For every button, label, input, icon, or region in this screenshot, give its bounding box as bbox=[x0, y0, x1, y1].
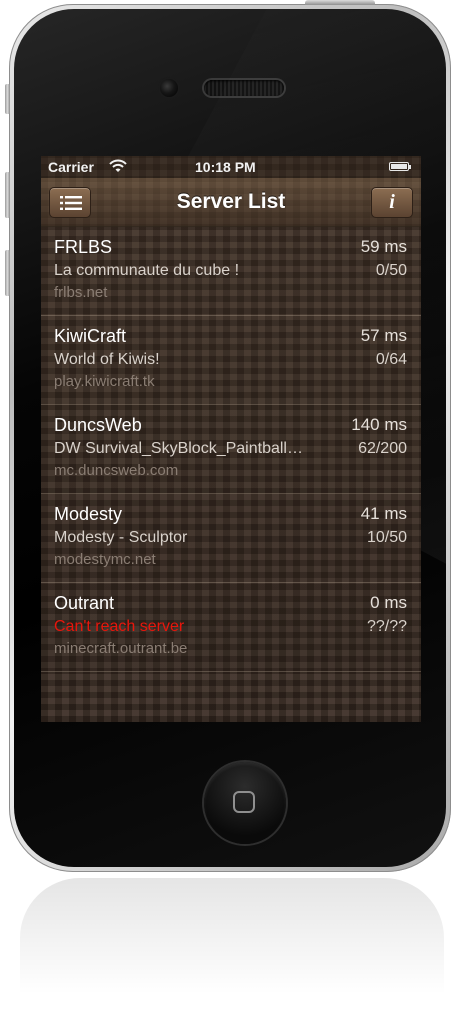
list-menu-icon bbox=[60, 196, 82, 210]
server-name: Modesty bbox=[54, 504, 123, 524]
status-clock: 10:18 PM bbox=[195, 159, 256, 175]
server-players: 62/200 bbox=[358, 440, 407, 457]
server-motd: DW Survival_SkyBlock_Paintball… bbox=[54, 440, 303, 457]
home-button[interactable] bbox=[204, 762, 286, 844]
server-name: FRLBS bbox=[54, 237, 113, 257]
mute-switch[interactable] bbox=[5, 84, 10, 114]
server-host: minecraft.outrant.be bbox=[54, 640, 188, 657]
server-motd: Modesty - Sculptor bbox=[54, 529, 188, 546]
server-row[interactable]: DuncsWeb 140 ms DW Survival_SkyBlock_Pai… bbox=[41, 405, 421, 494]
status-bar: Carrier 10:18 PM bbox=[41, 156, 421, 178]
navigation-bar: Server List i bbox=[41, 178, 421, 227]
server-players: 0/50 bbox=[375, 262, 407, 279]
server-host: modestymc.net bbox=[54, 551, 156, 568]
server-row[interactable]: Outrant 0 ms Can't reach server ??/?? mi… bbox=[41, 583, 421, 672]
battery-icon bbox=[389, 162, 411, 171]
page-title: Server List bbox=[176, 190, 286, 213]
server-list: FRLBS 59 ms La communaute du cube ! 0/50… bbox=[41, 227, 421, 672]
server-host: play.kiwicraft.tk bbox=[54, 373, 155, 390]
sleep-wake-button[interactable] bbox=[305, 0, 375, 5]
server-motd: La communaute du cube ! bbox=[54, 262, 240, 279]
server-name: Outrant bbox=[54, 593, 115, 613]
device-reflection bbox=[20, 878, 444, 1024]
server-motd: Can't reach server bbox=[54, 618, 185, 635]
wifi-icon bbox=[109, 159, 127, 172]
server-ping: 0 ms bbox=[370, 593, 407, 612]
info-icon: i bbox=[389, 191, 395, 213]
server-ping: 57 ms bbox=[360, 326, 407, 345]
server-ping: 140 ms bbox=[351, 415, 407, 434]
server-players: 10/50 bbox=[366, 529, 407, 546]
front-camera bbox=[160, 79, 178, 97]
info-button[interactable]: i bbox=[371, 187, 413, 218]
server-ping: 41 ms bbox=[360, 504, 407, 523]
server-name: DuncsWeb bbox=[54, 415, 142, 435]
server-players: ??/?? bbox=[366, 618, 407, 635]
volume-up-button[interactable] bbox=[5, 172, 10, 218]
server-row[interactable]: FRLBS 59 ms La communaute du cube ! 0/50… bbox=[41, 227, 421, 316]
menu-button[interactable] bbox=[49, 187, 91, 218]
app-screen: Carrier 10:18 PM Server List i FRLBS 59 … bbox=[41, 156, 421, 722]
server-name: KiwiCraft bbox=[54, 326, 127, 346]
server-motd: World of Kiwis! bbox=[54, 351, 160, 368]
carrier-label: Carrier bbox=[48, 159, 94, 175]
earpiece-speaker bbox=[204, 80, 284, 96]
server-host: frlbs.net bbox=[54, 284, 108, 301]
server-row[interactable]: Modesty 41 ms Modesty - Sculptor 10/50 m… bbox=[41, 494, 421, 583]
server-host: mc.duncsweb.com bbox=[54, 462, 179, 479]
server-row[interactable]: KiwiCraft 57 ms World of Kiwis! 0/64 pla… bbox=[41, 316, 421, 405]
server-players: 0/64 bbox=[375, 351, 407, 368]
server-ping: 59 ms bbox=[360, 237, 407, 256]
volume-down-button[interactable] bbox=[5, 250, 10, 296]
home-square-icon bbox=[233, 791, 255, 813]
